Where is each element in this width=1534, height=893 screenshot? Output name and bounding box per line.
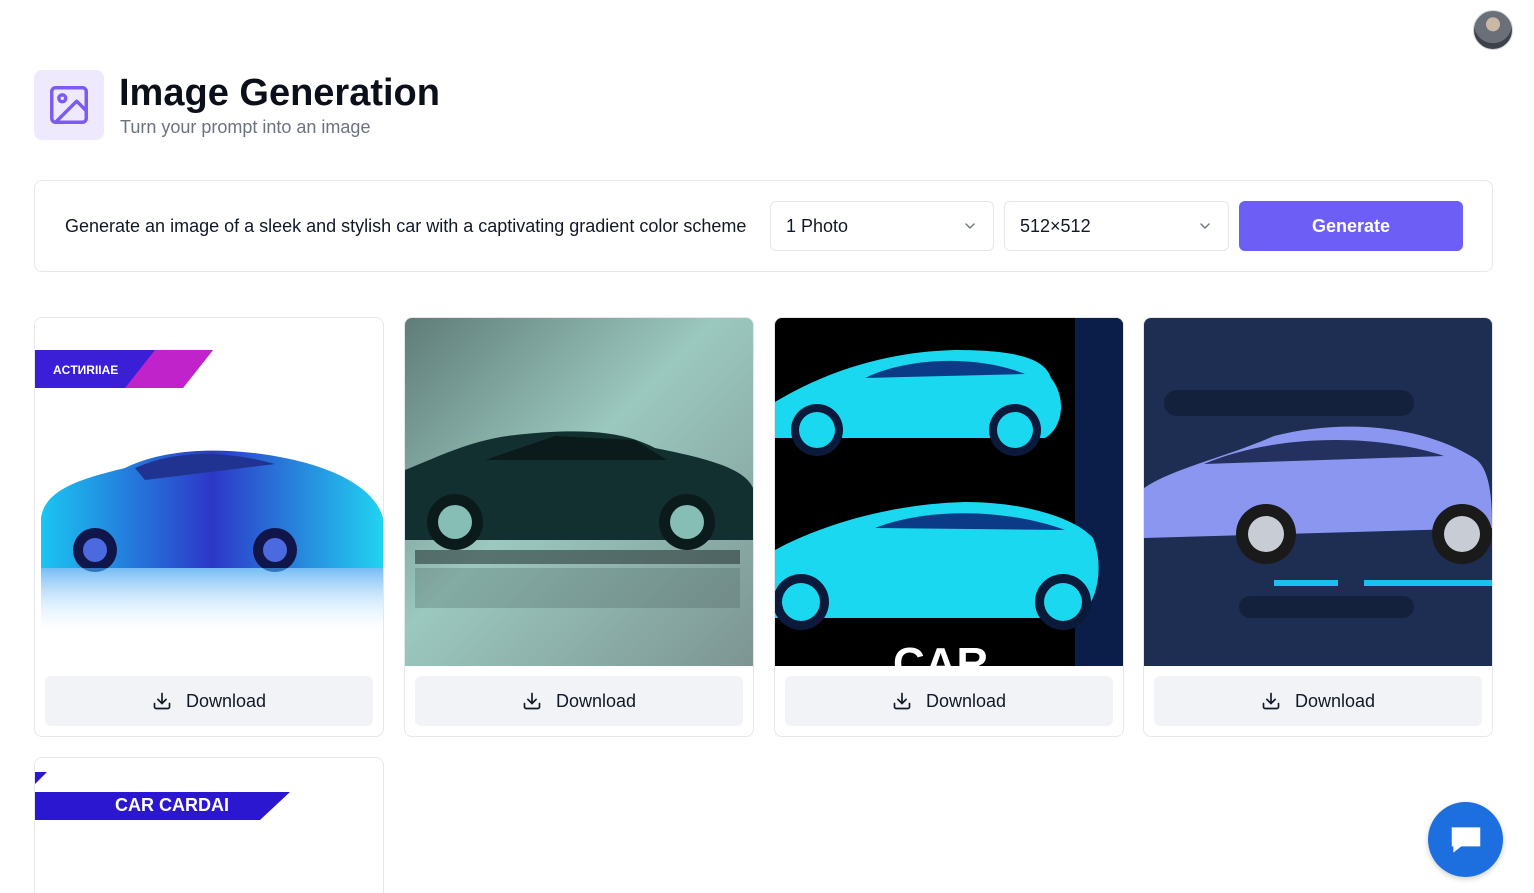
download-icon	[153, 692, 171, 710]
image-banner-text: ACTИRIIAE	[53, 363, 118, 377]
generated-image	[1144, 318, 1492, 666]
download-button[interactable]: Download	[45, 676, 373, 726]
generated-image	[405, 318, 753, 666]
amount-select[interactable]: 1 Photo	[770, 201, 994, 251]
image-card: ACTИRIIAE Download	[34, 317, 384, 737]
image-icon	[34, 70, 104, 140]
generated-image: ACTИRIIAE	[35, 318, 383, 666]
download-icon	[523, 692, 541, 710]
image-card: CAR Download	[774, 317, 1124, 737]
image-card: Download	[1143, 317, 1493, 737]
image-overlay-text: CAR	[893, 639, 988, 666]
image-card: Download	[404, 317, 754, 737]
chat-icon	[1451, 826, 1480, 853]
page-subtitle: Turn your prompt into an image	[120, 117, 371, 137]
download-button[interactable]: Download	[1154, 676, 1482, 726]
page-title: Image Generation	[119, 72, 440, 114]
resolution-select-value: 512×512	[1020, 215, 1091, 236]
download-icon	[893, 692, 911, 710]
prompt-input[interactable]	[55, 201, 760, 251]
download-label: Download	[185, 690, 267, 711]
chevron-down-icon	[965, 223, 975, 229]
download-button[interactable]: Download	[785, 676, 1113, 726]
generation-form: 1 Photo 512×512 Generate	[34, 180, 1493, 272]
user-avatar[interactable]	[1473, 10, 1513, 50]
download-label: Download	[555, 690, 637, 711]
download-button[interactable]: Download	[415, 676, 743, 726]
resolution-select[interactable]: 512×512	[1004, 201, 1229, 251]
download-label: Download	[1294, 690, 1376, 711]
image-card: CAR CARDAI	[34, 757, 384, 893]
chat-button[interactable]	[1428, 802, 1503, 877]
amount-select-value: 1 Photo	[786, 215, 849, 236]
generated-image: CAR	[775, 318, 1123, 666]
download-icon	[1262, 692, 1280, 710]
generate-button[interactable]: Generate	[1239, 201, 1463, 251]
generated-image: CAR CARDAI	[35, 758, 383, 893]
download-label: Download	[925, 690, 1007, 711]
image-banner-text: CAR CARDAI	[115, 795, 229, 815]
chevron-down-icon	[1200, 223, 1210, 229]
